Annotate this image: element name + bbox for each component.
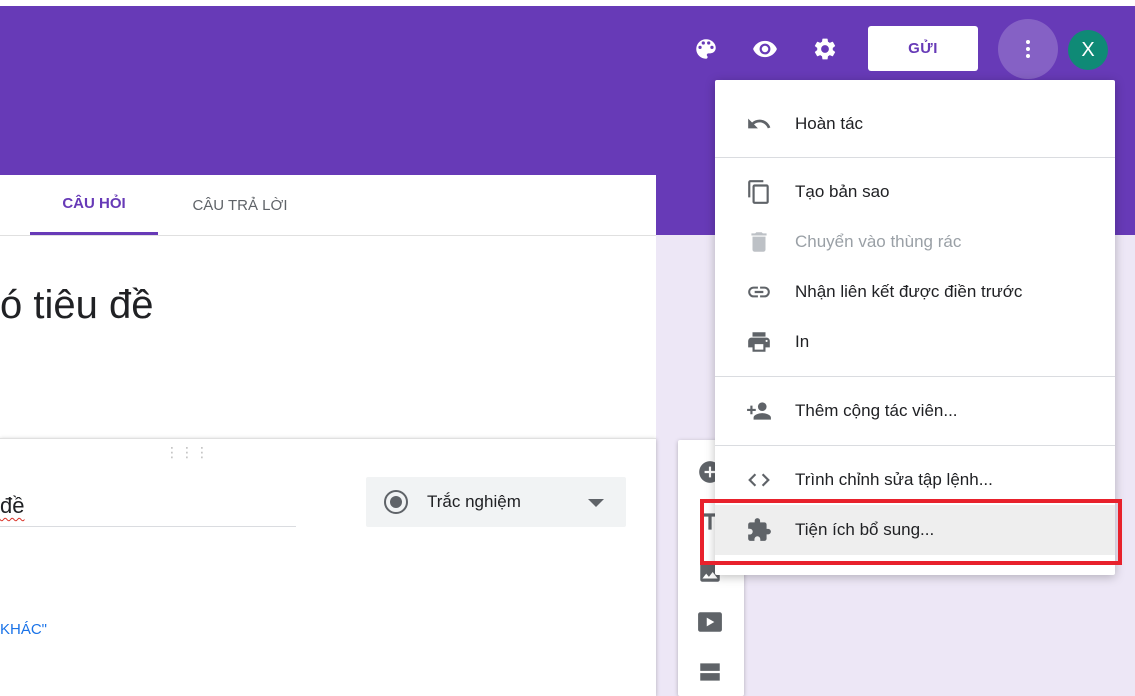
menu-item-label: Trình chỉnh sửa tập lệnh... bbox=[795, 470, 993, 489]
menu-item-print[interactable]: In bbox=[715, 317, 1115, 367]
menu-item-undo[interactable]: Hoàn tác bbox=[715, 99, 1115, 149]
menu-item-script-editor[interactable]: Trình chỉnh sửa tập lệnh... bbox=[715, 455, 1115, 505]
add-people-icon bbox=[745, 398, 773, 424]
menu-divider bbox=[715, 157, 1115, 158]
menu-item-label: Nhận liên kết được điền trước bbox=[795, 282, 1023, 301]
print-icon bbox=[745, 329, 773, 355]
dropdown-arrow-icon bbox=[588, 499, 604, 507]
menu-item-label: Chuyển vào thùng rác bbox=[795, 232, 962, 251]
tab-bar: CÂU HỎI CÂU TRẢ LỜI bbox=[0, 175, 656, 236]
menu-item-label: Tạo bản sao bbox=[795, 182, 890, 201]
eye-icon[interactable] bbox=[745, 29, 785, 69]
tab-questions[interactable]: CÂU HỎI bbox=[30, 175, 158, 235]
question-type-select[interactable]: Trắc nghiệm bbox=[366, 477, 626, 527]
menu-item-label: Hoàn tác bbox=[795, 114, 864, 133]
copy-icon bbox=[745, 179, 773, 205]
drag-handle-icon[interactable]: ⋮⋮⋮ bbox=[165, 445, 210, 459]
question-title-input[interactable]: đề bbox=[0, 493, 296, 527]
avatar[interactable]: X bbox=[1068, 30, 1108, 70]
tab-responses[interactable]: CÂU TRẢ LỜI bbox=[172, 175, 308, 235]
more-options-button[interactable] bbox=[998, 19, 1058, 79]
add-section-icon[interactable] bbox=[695, 657, 725, 687]
menu-item-add-collaborators[interactable]: Thêm cộng tác viên... bbox=[715, 386, 1115, 436]
link-icon bbox=[745, 279, 773, 305]
send-button[interactable]: GỬI bbox=[868, 26, 978, 71]
menu-item-prefilled-link[interactable]: Nhận liên kết được điền trước bbox=[715, 267, 1115, 317]
menu-divider bbox=[715, 445, 1115, 446]
more-vert-icon bbox=[1026, 40, 1030, 58]
menu-item-duplicate[interactable]: Tạo bản sao bbox=[715, 167, 1115, 217]
add-video-icon[interactable] bbox=[695, 607, 725, 637]
menu-item-label: Thêm cộng tác viên... bbox=[795, 401, 958, 420]
question-card[interactable]: ⋮⋮⋮ đề Trắc nghiệm KHÁC" bbox=[0, 438, 656, 696]
menu-item-trash: Chuyển vào thùng rác bbox=[715, 217, 1115, 267]
gear-icon[interactable] bbox=[805, 29, 845, 69]
add-other-link[interactable]: KHÁC" bbox=[0, 621, 47, 638]
code-icon bbox=[745, 467, 773, 493]
menu-item-label: In bbox=[795, 332, 810, 351]
trash-icon bbox=[745, 229, 773, 255]
highlight-box bbox=[700, 499, 1122, 565]
form-title[interactable]: ó tiêu đề bbox=[0, 283, 153, 328]
undo-icon bbox=[745, 111, 773, 137]
radio-icon bbox=[384, 490, 408, 514]
question-type-label: Trắc nghiệm bbox=[427, 492, 521, 511]
menu-divider bbox=[715, 376, 1115, 377]
palette-icon[interactable] bbox=[686, 29, 726, 69]
